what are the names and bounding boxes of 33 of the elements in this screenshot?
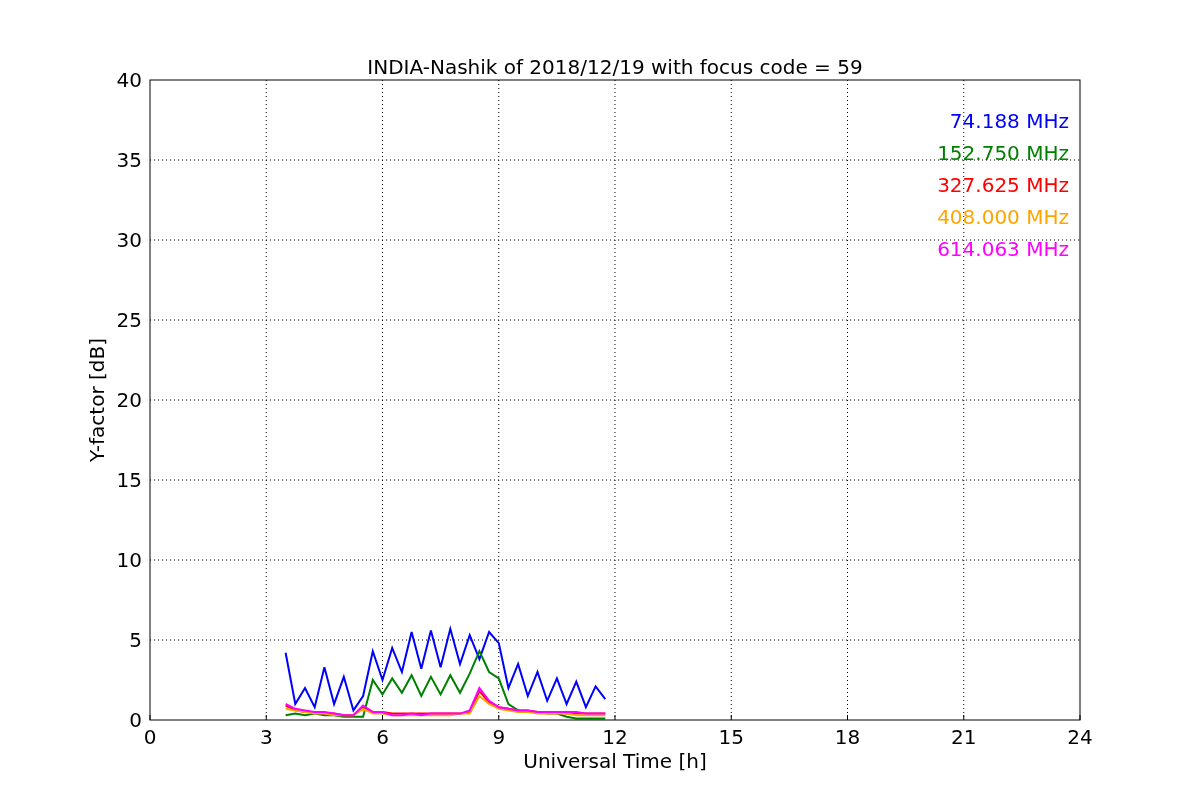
tick-mark [265,714,267,721]
tick-label: 3 [259,725,273,749]
tick-label: 18 [834,725,861,749]
tick-mark [614,714,616,721]
tick-mark [382,714,383,721]
legend-label: 614.063 MHz [937,237,1069,261]
x-axis-label: Universal Time [h] [523,749,707,773]
legend-label: 408.000 MHz [937,205,1069,229]
tick-label: 35 [116,148,142,172]
tick-label: 40 [116,68,142,92]
tick-mark [847,714,848,721]
tick-label: 15 [718,725,744,749]
legend-label: 152.750 MHz [937,141,1069,165]
legend-label: 327.625 MHz [937,173,1069,197]
legend-label: 74.188 MHz [949,109,1069,133]
tick-label: 30 [116,228,142,252]
tick-label: 21 [951,725,977,749]
tick-label: 25 [116,308,142,332]
tick-label: 9 [492,725,506,749]
tick-label: 10 [116,548,142,572]
tick-label: 20 [116,388,142,412]
tick-label: 0 [143,725,157,749]
tick-label: 12 [602,725,628,749]
tick-label: 6 [376,725,389,749]
tick-label: 15 [116,468,142,492]
chart-title: INDIA-Nashik of 2018/12/19 with focus code = 59 [367,55,863,79]
tick-mark [963,714,965,721]
y-axis-label: Y-factor [dB] [85,338,109,462]
tick-label: 24 [1067,725,1093,749]
tick-mark [498,714,500,721]
tick-label: 5 [129,628,142,652]
tick-label: 0 [129,708,142,732]
tick-mark [730,714,732,721]
